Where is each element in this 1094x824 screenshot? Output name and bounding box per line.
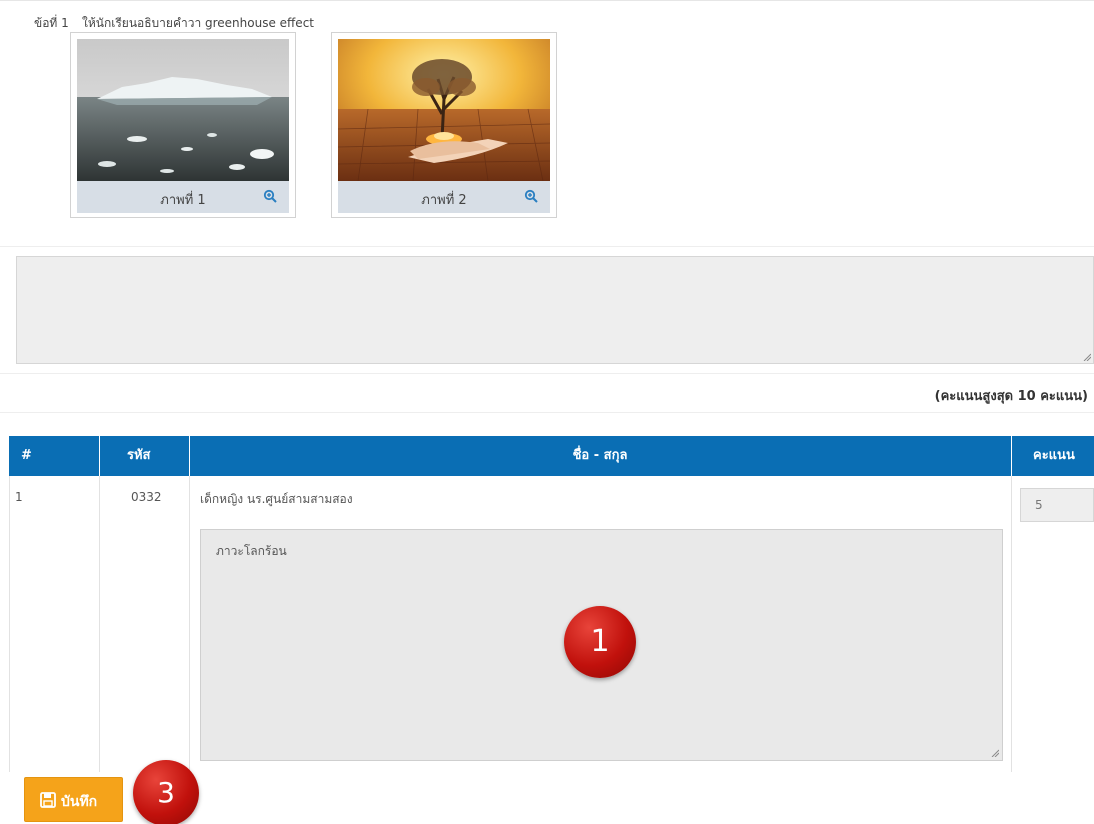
question-number: ข้อที่ 1 [34, 16, 69, 30]
question-image-card-2[interactable]: ภาพที่ 2 [331, 32, 557, 218]
top-divider [0, 0, 1094, 1]
question-image-card-1[interactable]: ภาพที่ 1 [70, 32, 296, 218]
resize-grip-icon[interactable] [991, 749, 999, 757]
image-caption: ภาพที่ 2 [421, 193, 467, 208]
divider [0, 373, 1094, 374]
header-name: ชื่อ - สกุล [572, 448, 628, 463]
image-caption-bar: ภาพที่ 2 [338, 181, 550, 213]
column-line [1011, 476, 1012, 772]
image-caption: ภาพที่ 1 [160, 193, 206, 208]
column-line [189, 476, 190, 772]
table-header: # รหัส ชื่อ - สกุล คะแนน [9, 436, 1094, 476]
floppy-disk-icon [40, 792, 56, 808]
tree-in-hands-image [338, 39, 550, 181]
column-line [9, 476, 10, 772]
answer-textarea[interactable] [16, 256, 1094, 364]
question-text: ให้นักเรียนอธิบายคำวา greenhouse effect [82, 16, 314, 30]
header-code: รหัส [127, 448, 151, 463]
zoom-in-icon[interactable] [263, 189, 277, 203]
resize-grip-icon[interactable] [1083, 353, 1091, 361]
divider [0, 246, 1094, 247]
iceberg-image [77, 39, 289, 181]
header-divider [1011, 436, 1012, 476]
header-score: คะแนน [1033, 448, 1075, 463]
student-name: เด็กหญิง นร.ศูนย์สามสามสอง [200, 492, 353, 506]
step-badge-3: 3 [133, 760, 199, 824]
max-score-note: (คะแนนสูงสุด 10 คะแนน) [934, 389, 1088, 404]
row-index: 1 [15, 490, 23, 504]
score-input[interactable]: 5 [1020, 488, 1094, 522]
student-response-text: ภาวะโลกร้อน [216, 544, 287, 558]
header-divider [99, 436, 100, 476]
table-row: 1 0332 เด็กหญิง นร.ศูนย์สามสามสอง ภาวะโล… [9, 476, 1094, 772]
save-button[interactable]: บันทึก [24, 777, 123, 822]
header-index: # [21, 448, 32, 463]
zoom-in-icon[interactable] [524, 189, 538, 203]
save-button-label: บันทึก [61, 794, 98, 810]
divider [0, 412, 1094, 413]
image-caption-bar: ภาพที่ 1 [77, 181, 289, 213]
step-badge-1: 1 [564, 606, 636, 678]
student-code: 0332 [131, 490, 162, 504]
column-line [99, 476, 100, 772]
